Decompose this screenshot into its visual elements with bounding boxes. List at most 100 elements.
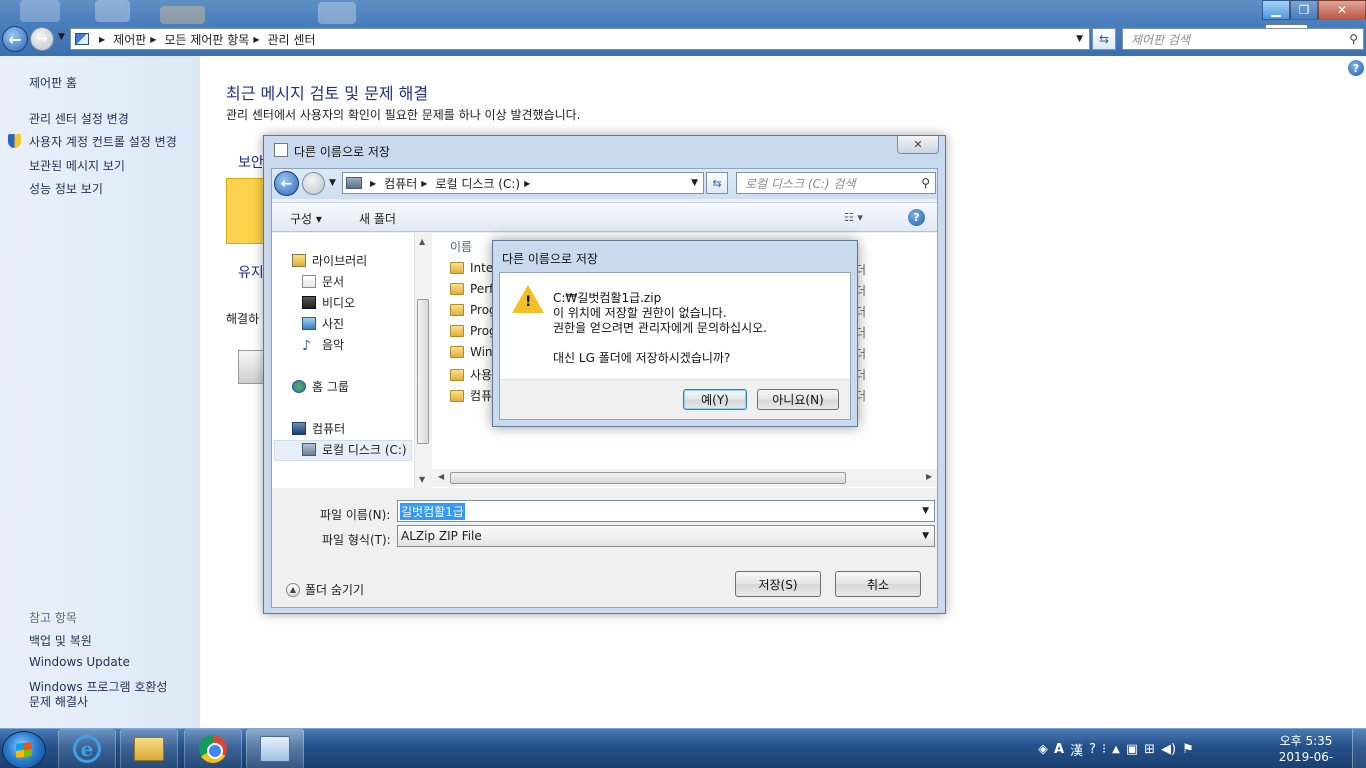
save-dialog-search-placeholder: 로컬 디스크 (C:) 검색 (745, 176, 856, 191)
breadcrumb-local-disk[interactable]: 로컬 디스크 (C:) (435, 175, 520, 192)
show-desktop-button[interactable] (1352, 729, 1366, 768)
scroll-right-icon[interactable]: ▶ (926, 472, 932, 481)
sidebar-link-settings[interactable]: 관리 센터 설정 변경 (29, 110, 129, 127)
breadcrumb-separator-icon[interactable]: ▶ (150, 35, 156, 44)
recent-pages-dropdown[interactable]: ▼ (58, 32, 65, 42)
action-center-flag-icon[interactable]: ⚑ (1182, 742, 1194, 757)
help-icon[interactable]: ? (908, 209, 925, 226)
back-button[interactable]: ← (2, 26, 28, 52)
breadcrumb-control-panel[interactable]: 제어판 (113, 31, 146, 48)
address-bar[interactable]: ▶ 제어판 ▶ 모든 제어판 항목 ▶ 관리 센터 ▼ (70, 28, 1090, 50)
help-icon[interactable]: ? (1348, 60, 1364, 76)
tree-item-music[interactable]: ♪ 음악 (302, 336, 344, 354)
search-input[interactable]: 제어판 검색 ⚲ (1122, 28, 1364, 50)
maintenance-section-heading[interactable]: 유지 (238, 262, 264, 282)
save-dialog-address-bar[interactable]: ▶ 컴퓨터 ▶ 로컬 디스크 (C:) ▶ ▼ (342, 172, 704, 194)
usb-device-icon[interactable]: ▣ (1126, 742, 1138, 757)
breadcrumb-separator-icon[interactable]: ▶ (99, 35, 105, 44)
list-item[interactable]: Perfl (450, 282, 497, 296)
taskbar-internet-explorer[interactable]: e (58, 729, 116, 768)
volume-icon[interactable]: ◀) (1161, 742, 1176, 757)
sidebar-link-backup[interactable]: 백업 및 복원 (29, 632, 92, 649)
filetype-dropdown-icon[interactable]: ▼ (922, 531, 929, 541)
clock[interactable]: 오후 5:35 2019-06-23 (1272, 733, 1340, 768)
save-dialog-search-input[interactable]: 로컬 디스크 (C:) 검색 ⚲ (736, 172, 936, 194)
network-icon[interactable]: ⊞ (1144, 742, 1155, 757)
refresh-button[interactable]: ⇆ (1092, 28, 1116, 50)
breadcrumb-separator-icon[interactable]: ▶ (524, 179, 530, 188)
start-button[interactable] (2, 731, 46, 768)
ime-options-icon[interactable]: ⁝ (1102, 742, 1106, 757)
save-dialog-icon (274, 143, 288, 157)
cancel-button[interactable]: 취소 (835, 571, 921, 597)
breadcrumb-all-items[interactable]: 모든 제어판 항목 (164, 31, 249, 48)
list-item[interactable]: Prog (450, 303, 497, 317)
sidebar-link-archived[interactable]: 보관된 메시지 보기 (29, 157, 125, 174)
sidebar-link-troubleshooter[interactable]: 문제 해결사 (29, 693, 88, 710)
tree-vertical-scrollbar[interactable]: ▲ ▼ (414, 233, 430, 488)
organize-button[interactable]: 구성 ▾ (290, 210, 322, 227)
save-dialog-close-button[interactable]: ✕ (897, 136, 939, 154)
list-item[interactable]: Intel (450, 261, 497, 275)
no-button[interactable]: 아니요(N) (757, 389, 839, 410)
tree-item-homegroup[interactable]: 홈 그룹 (292, 378, 349, 395)
change-view-icon[interactable]: ☷ ▾ (844, 211, 863, 224)
breadcrumb-separator-icon[interactable]: ▶ (370, 179, 376, 188)
taskbar-chrome[interactable] (184, 729, 242, 768)
breadcrumb-separator-icon[interactable]: ▶ (253, 35, 259, 44)
input-language-indicator[interactable]: A (1054, 742, 1064, 757)
network-shield-icon[interactable]: ◈ (1038, 742, 1048, 757)
list-item[interactable]: 컴퓨 (450, 387, 492, 404)
alert-footer: 예(Y) 아니요(N) (500, 379, 850, 419)
tree-item-videos[interactable]: 비디오 (302, 294, 355, 311)
list-item[interactable]: Prog (450, 324, 497, 338)
forward-button[interactable] (302, 172, 325, 195)
sidebar-link-home[interactable]: 제어판 홈 (29, 74, 77, 91)
sidebar-link-windows-update[interactable]: Windows Update (29, 655, 130, 669)
sidebar-link-uac[interactable]: 사용자 계정 컨트롤 설정 변경 (29, 133, 177, 150)
troubleshoot-text: 해결하 (226, 312, 260, 326)
scrollbar-thumb[interactable] (450, 472, 846, 484)
breadcrumb-separator-icon[interactable]: ▶ (421, 179, 427, 188)
tree-item-libraries[interactable]: 라이브러리 (292, 252, 367, 269)
taskbar-file-explorer[interactable] (120, 729, 178, 768)
show-hidden-icons-icon[interactable]: ▲ (1112, 744, 1120, 755)
address-dropdown-icon[interactable]: ▼ (1076, 34, 1083, 44)
back-button[interactable]: ← (274, 171, 299, 196)
tree-item-local-disk[interactable]: 로컬 디스크 (C:) (302, 441, 407, 458)
save-button[interactable]: 저장(S) (735, 571, 821, 597)
column-header-name[interactable]: 이름 (450, 238, 472, 255)
breadcrumb-computer[interactable]: 컴퓨터 (384, 175, 417, 192)
new-folder-button[interactable]: 새 폴더 (359, 210, 396, 227)
file-explorer-icon (134, 737, 164, 761)
scroll-up-icon[interactable]: ▲ (419, 237, 425, 246)
security-section-heading[interactable]: 보안 (238, 152, 264, 172)
restore-button[interactable]: ❐ (1290, 0, 1318, 20)
scroll-left-icon[interactable]: ◀ (438, 472, 444, 481)
tree-item-computer[interactable]: 컴퓨터 (292, 420, 345, 437)
refresh-button[interactable]: ⇆ (706, 172, 728, 194)
taskbar-control-panel[interactable] (246, 729, 304, 768)
scroll-down-icon[interactable]: ▼ (419, 475, 425, 484)
yes-button[interactable]: 예(Y) (683, 389, 747, 410)
list-item[interactable]: 사용 (450, 366, 492, 383)
ime-help-icon[interactable]: ? (1089, 742, 1096, 757)
minimize-button[interactable]: ▁ (1262, 0, 1290, 20)
address-dropdown-icon[interactable]: ▼ (691, 178, 698, 188)
close-button[interactable]: ✕ (1318, 0, 1366, 20)
forward-button[interactable]: → (30, 27, 54, 51)
search-icon[interactable]: ⚲ (1349, 32, 1358, 46)
search-icon[interactable]: ⚲ (921, 176, 930, 190)
tree-item-pictures[interactable]: 사진 (302, 315, 344, 332)
filename-dropdown-icon[interactable]: ▼ (922, 506, 929, 516)
scrollbar-thumb[interactable] (417, 299, 429, 444)
filetype-select[interactable]: ALZip ZIP File ▼ (397, 525, 935, 547)
tree-item-documents[interactable]: 문서 (302, 273, 344, 290)
hide-folders-toggle[interactable]: ▲ 폴더 숨기기 (286, 581, 364, 598)
recent-locations-dropdown[interactable]: ▼ (329, 178, 336, 188)
breadcrumb-action-center[interactable]: 관리 센터 (268, 31, 316, 48)
filename-input[interactable]: 길벗컴활1급 ▼ (397, 500, 935, 522)
list-horizontal-scrollbar[interactable]: ◀ ▶ (432, 469, 937, 487)
hanja-indicator[interactable]: 漢 (1070, 740, 1083, 759)
sidebar-link-performance[interactable]: 성능 정보 보기 (29, 180, 103, 197)
